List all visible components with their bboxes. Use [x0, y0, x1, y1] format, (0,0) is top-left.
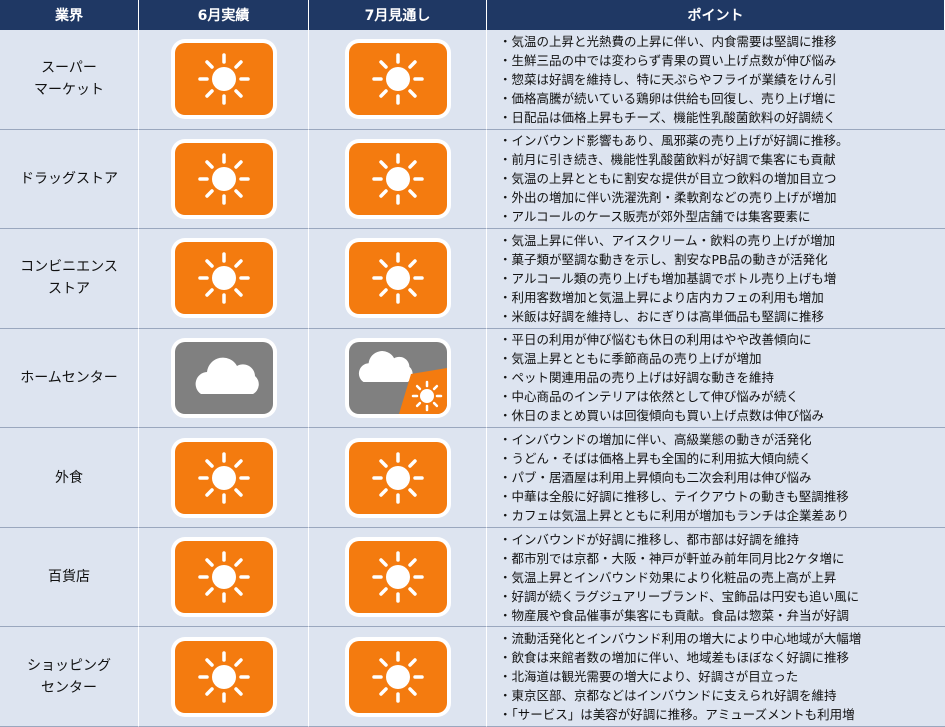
- point-item: 気温上昇とインバウンド効果により化粧品の売上高が上昇: [499, 568, 859, 587]
- sunny-icon: [348, 43, 447, 116]
- point-item: 生鮮三品の中では変わらず青果の買い上げ点数が伸び悩み: [499, 51, 837, 70]
- point-item: 流動活発化とインバウンド利用の増大により中心地域が大幅増: [499, 629, 862, 648]
- industry-label: コンビニエンス ストア: [20, 259, 118, 298]
- point-item: 菓子類が堅調な動きを示し、割安なPB品の動きが活発化: [499, 250, 836, 269]
- sunny-icon: [174, 640, 273, 713]
- industry-label: 百貨店: [48, 569, 90, 586]
- industry-label: ホームセンター: [20, 369, 118, 386]
- point-item: 中心商品のインテリアは依然として伸び悩みが続く: [499, 387, 824, 406]
- june-weather-cell: [139, 30, 309, 130]
- point-item: 気温の上昇と光熱費の上昇に伴い、内食需要は堅調に推移: [499, 32, 837, 51]
- point-item: 惣菜は好調を維持し、特に天ぷらやフライが業績をけん引: [499, 70, 837, 89]
- industry-cell: 百貨店: [0, 527, 139, 628]
- july-weather-cell: [309, 428, 487, 528]
- header-industry: 業界: [0, 0, 139, 30]
- point-item: 都市別では京都・大阪・神戸が軒並み前年同月比2ケタ増に: [499, 549, 859, 568]
- point-item: インバウンド影響もあり、風邪薬の売り上げが好調に推移。: [499, 131, 849, 150]
- points-cell: 気温上昇に伴い、アイスクリーム・飲料の売り上げが増加菓子類が堅調な動きを示し、割…: [487, 229, 945, 329]
- point-item: 気温の上昇とともに割安な提供が目立つ飲料の増加目立つ: [499, 169, 849, 188]
- points-cell: 流動活発化とインバウンド利用の増大により中心地域が大幅増飲食は来館者数の増加に伴…: [487, 627, 945, 727]
- header-points: ポイント: [487, 0, 945, 30]
- point-item: 日配品は価格上昇もチーズ、機能性乳酸菌飲料の好調続く: [499, 108, 837, 127]
- industry-cell: コンビニエンス ストア: [0, 229, 139, 329]
- industry-cell: ドラッグストア: [0, 129, 139, 230]
- point-item: うどん・そばは価格上昇も全国的に利用拡大傾向続く: [499, 449, 849, 468]
- point-item: カフェは気温上昇とともに利用が増加もランチは企業差あり: [499, 506, 850, 525]
- july-weather-cell: [309, 129, 487, 230]
- june-weather-cell: [139, 627, 309, 727]
- point-item: 東京区部、京都などはインバウンドに支えられ好調を維持: [499, 686, 861, 705]
- point-item: アルコール類の売り上げも増加基調でボトル売り上げも増: [499, 269, 837, 288]
- point-item: 休日のまとめ買いは回復傾向も買い上げ点数は伸び悩み: [499, 406, 825, 425]
- sunny-icon: [348, 541, 447, 614]
- point-item: アルコールのケース販売が郊外型店舗では集客要素に: [499, 207, 849, 226]
- industry-label: ドラッグストア: [20, 170, 118, 187]
- points-list: インバウンドの増加に伴い、高級業態の動きが活発化うどん・そばは価格上昇も全国的に…: [499, 430, 850, 525]
- points-list: インバウンドが好調に推移し、都市部は好調を維持都市別では京都・大阪・神戸が軒並み…: [499, 530, 860, 625]
- sunny-icon: [174, 142, 273, 215]
- sunny-icon: [348, 142, 447, 215]
- point-item: 価格高騰が続いている鶏卵は供給も回復し、売り上げ増に: [499, 89, 837, 108]
- point-item: 利用客数増加と気温上昇により店内カフェの利用も増加: [499, 288, 836, 307]
- point-item: 北海道は観光需要の増大により、好調さが目立った: [499, 667, 861, 686]
- july-weather-cell: [309, 229, 487, 329]
- june-weather-cell: [139, 527, 309, 628]
- header-july-outlook: 7月見通し: [309, 0, 487, 30]
- points-list: 気温の上昇と光熱費の上昇に伴い、内食需要は堅調に推移生鮮三品の中では変わらず青果…: [499, 32, 837, 127]
- points-list: インバウンド影響もあり、風邪薬の売り上げが好調に推移。前月に引き続き、機能性乳酸…: [499, 131, 849, 226]
- points-cell: 平日の利用が伸び悩むも休日の利用はやや改善傾向に気温上昇とともに季節商品の売り上…: [487, 328, 945, 429]
- point-item: インバウンドの増加に伴い、高級業態の動きが活発化: [499, 430, 849, 449]
- point-item: 好調が続くラグジュアリーブランド、宝飾品は円安も追い風に: [499, 587, 860, 606]
- point-item: 前月に引き続き、機能性乳酸菌飲料が好調で集客にも貢献: [499, 150, 849, 169]
- sunny-icon: [348, 640, 447, 713]
- sunny-icon: [174, 242, 273, 315]
- point-item: 平日の利用が伸び悩むも休日の利用はやや改善傾向に: [499, 330, 824, 349]
- sunny-icon: [174, 541, 273, 614]
- sunny-icon: [348, 242, 447, 315]
- points-list: 流動活発化とインバウンド利用の増大により中心地域が大幅増飲食は来館者数の増加に伴…: [499, 629, 862, 724]
- july-weather-cell: [309, 627, 487, 727]
- sunny-icon: [348, 441, 447, 514]
- industry-cell: ショッピング センター: [0, 627, 139, 727]
- june-weather-cell: [139, 129, 309, 230]
- point-item: 中華は全般に好調に推移し、テイクアウトの動きも堅調推移: [499, 487, 849, 506]
- point-item: インバウンドが好調に推移し、都市部は好調を維持: [499, 530, 859, 549]
- point-item: 米飯は好調を維持し、おにぎりは高単価品も堅調に推移: [499, 307, 836, 326]
- july-weather-cell: [309, 30, 487, 130]
- point-item: 「サービス」は美容が好調に推移。アミューズメントも利用増: [499, 705, 861, 724]
- points-cell: インバウンドの増加に伴い、高級業態の動きが活発化うどん・そばは価格上昇も全国的に…: [487, 428, 945, 528]
- industry-cell: スーパー マーケット: [0, 30, 139, 130]
- june-weather-cell: [139, 328, 309, 429]
- july-weather-cell: [309, 527, 487, 628]
- points-list: 気温上昇に伴い、アイスクリーム・飲料の売り上げが増加菓子類が堅調な動きを示し、割…: [499, 231, 837, 326]
- june-weather-cell: [139, 229, 309, 329]
- sunny-icon: [174, 43, 273, 116]
- june-weather-cell: [139, 428, 309, 528]
- industry-cell: 外食: [0, 428, 139, 528]
- industry-label: スーパー マーケット: [34, 60, 104, 99]
- point-item: 外出の増加に伴い洗濯洗剤・柔軟剤などの売り上げが増加: [499, 188, 849, 207]
- point-item: 飲食は来館者数の増加に伴い、地域差もほぼなく好調に推移: [499, 648, 861, 667]
- points-cell: 気温の上昇と光熱費の上昇に伴い、内食需要は堅調に推移生鮮三品の中では変わらず青果…: [487, 30, 945, 130]
- outlook-table: 業界 6月実績 7月見通し ポイント スーパー マーケット 気温の上昇と光熱費の上…: [0, 0, 945, 727]
- sunny-icon: [174, 441, 273, 514]
- points-cell: インバウンドが好調に推移し、都市部は好調を維持都市別では京都・大阪・神戸が軒並み…: [487, 527, 945, 628]
- header-june-actual: 6月実績: [139, 0, 309, 30]
- cloudy-sunny-icon: [348, 341, 447, 414]
- points-cell: インバウンド影響もあり、風邪薬の売り上げが好調に推移。前月に引き続き、機能性乳酸…: [487, 129, 945, 230]
- cloudy-icon: [174, 341, 273, 414]
- points-list: 平日の利用が伸び悩むも休日の利用はやや改善傾向に気温上昇とともに季節商品の売り上…: [499, 330, 825, 425]
- point-item: パブ・居酒屋は利用上昇傾向も二次会利用は伸び悩み: [499, 468, 849, 487]
- point-item: ペット関連用品の売り上げは好調な動きを維持: [499, 368, 824, 387]
- point-item: 物産展や食品催事が集客にも貢献。食品は惣菜・弁当が好調: [499, 606, 859, 625]
- industry-label: 外食: [55, 469, 83, 486]
- point-item: 気温上昇に伴い、アイスクリーム・飲料の売り上げが増加: [499, 231, 836, 250]
- july-weather-cell: [309, 328, 487, 429]
- point-item: 気温上昇とともに季節商品の売り上げが増加: [499, 349, 824, 368]
- industry-label: ショッピング センター: [27, 657, 111, 696]
- industry-cell: ホームセンター: [0, 328, 139, 429]
